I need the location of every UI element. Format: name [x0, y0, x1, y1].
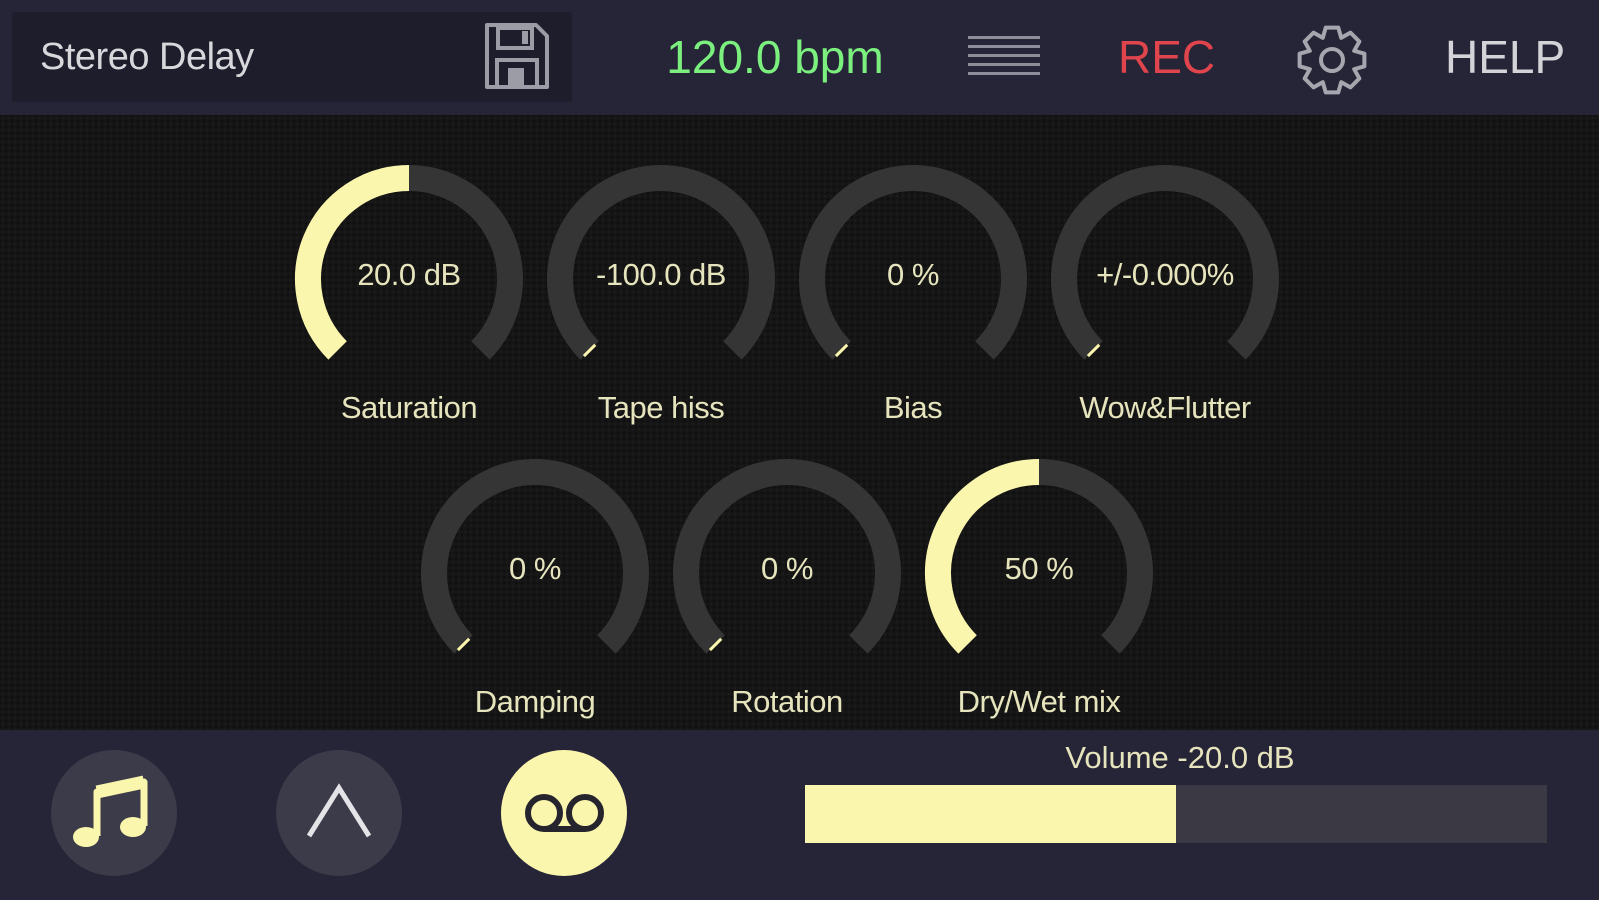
tape-hiss-label: Tape hiss — [597, 390, 725, 425]
caret-up-icon — [306, 783, 372, 838]
wow-flutter-label: Wow&Flutter — [1079, 390, 1251, 425]
expand-button[interactable] — [276, 750, 402, 876]
save-icon[interactable] — [480, 20, 552, 92]
saturation-label: Saturation — [340, 390, 478, 425]
tape-hiss-value: -100.0 dB — [596, 257, 726, 292]
rotation-label: Rotation — [731, 684, 843, 719]
rotation-value: 0 % — [761, 551, 813, 586]
menu-icon[interactable] — [966, 30, 1042, 86]
tape-reel-icon — [525, 794, 604, 832]
record-button[interactable]: REC — [1118, 0, 1215, 115]
dry-wet-mix-knob[interactable]: 50 % Dry/Wet mix — [904, 439, 1174, 739]
bias-knob[interactable]: 0 % Bias — [778, 145, 1048, 445]
gear-icon[interactable] — [1294, 22, 1370, 98]
dry-wet-mix-label: Dry/Wet mix — [957, 684, 1121, 719]
damping-label: Damping — [474, 684, 596, 719]
bottom-toolbar: Volume -20.0 dB — [0, 730, 1599, 900]
volume-fill — [805, 785, 1176, 843]
help-button[interactable]: HELP — [1445, 0, 1565, 115]
preset-name: Stereo Delay — [40, 36, 254, 78]
knob-panel: 20.0 dB Saturation -100.0 dB Tape hiss 0… — [0, 115, 1599, 730]
wow-flutter-value: +/-0.000% — [1096, 257, 1234, 292]
tape-hiss-knob[interactable]: -100.0 dB Tape hiss — [526, 145, 796, 445]
music-note-icon — [73, 775, 148, 847]
bias-label: Bias — [883, 390, 943, 425]
saturation-knob[interactable]: 20.0 dB Saturation — [274, 145, 544, 445]
dry-wet-mix-value: 50 % — [1004, 551, 1074, 586]
damping-knob[interactable]: 0 % Damping — [400, 439, 670, 739]
volume-slider[interactable] — [805, 785, 1547, 843]
tempo-display[interactable]: 120.0 bpm — [640, 0, 910, 115]
rotation-knob[interactable]: 0 % Rotation — [652, 439, 922, 739]
music-button[interactable] — [51, 750, 177, 876]
volume-label: Volume -20.0 dB — [1065, 740, 1295, 775]
saturation-value: 20.0 dB — [357, 257, 461, 292]
tape-button[interactable] — [501, 750, 627, 876]
damping-value: 0 % — [509, 551, 561, 586]
top-toolbar: Stereo Delay 120.0 bpm REC HELP — [0, 0, 1599, 115]
wow-flutter-knob[interactable]: +/-0.000% Wow&Flutter — [1030, 145, 1300, 445]
bias-value: 0 % — [887, 257, 939, 292]
